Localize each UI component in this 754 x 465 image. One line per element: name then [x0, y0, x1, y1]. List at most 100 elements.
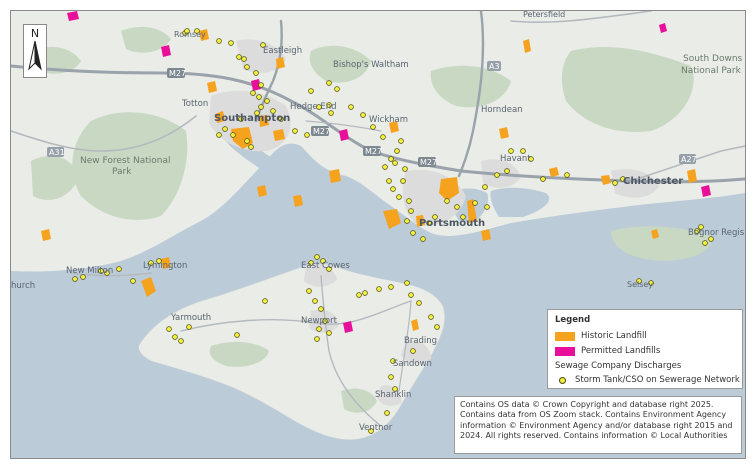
storm-tank-marker — [216, 38, 222, 44]
storm-tank-marker — [402, 166, 408, 172]
storm-tank-marker — [72, 276, 78, 282]
storm-tank-marker — [482, 184, 488, 190]
storm-tank-marker — [394, 148, 400, 154]
storm-tank-marker — [306, 288, 312, 294]
storm-tank-marker — [390, 186, 396, 192]
legend-label-storm: Storm Tank/CSO on Sewerage Network — [575, 375, 740, 385]
storm-tank-marker — [702, 240, 708, 246]
permitted-landfill-swatch — [555, 346, 575, 356]
north-arrow-icon — [28, 40, 42, 71]
storm-tank-marker — [472, 200, 478, 206]
storm-tank-marker — [376, 286, 382, 292]
place-label-shanklin: Shanklin — [375, 390, 411, 400]
storm-tank-marker — [326, 80, 332, 86]
storm-tank-marker — [398, 138, 404, 144]
legend-row-permitted: Permitted Landfills — [555, 345, 660, 357]
place-label-sandown: Sandown — [393, 359, 432, 369]
storm-tank-marker — [504, 168, 510, 174]
road-label-a3: A3 — [489, 62, 500, 71]
place-label-christchurch: hurch — [11, 281, 35, 291]
storm-tank-marker — [258, 82, 264, 88]
legend-title: Legend — [555, 315, 591, 325]
road-label-m27d: M27 — [420, 158, 437, 167]
place-label-south-downs-1: South Downs — [683, 54, 743, 64]
place-label-new-forest-2: Park — [112, 167, 132, 177]
storm-tank-marker — [400, 178, 406, 184]
storm-tank-marker — [380, 134, 386, 140]
storm-tank-marker — [420, 236, 426, 242]
storm-tank-marker — [253, 70, 259, 76]
storm-tank-marker — [434, 324, 440, 330]
place-label-havant: Havant — [500, 154, 531, 164]
credit-line: Contains data from OS Zoom stack. Contai… — [460, 410, 727, 420]
legend-label-historic: Historic Landfill — [581, 331, 647, 341]
credit-line: Contains OS data © Crown Copyright and d… — [460, 400, 714, 409]
storm-tank-marker — [326, 330, 332, 336]
place-label-new-milton: New Milton — [66, 266, 113, 276]
storm-tank-marker — [404, 280, 410, 286]
storm-tank-marker — [428, 314, 434, 320]
place-label-yarmouth: Yarmouth — [170, 313, 211, 323]
place-label-newport: Newport — [301, 316, 338, 326]
road-label-m27a: M27 — [169, 69, 186, 78]
place-label-bishops-waltham: Bishop's Waltham — [333, 60, 409, 70]
storm-tank-marker — [382, 164, 388, 170]
road-label-m27c: M27 — [365, 147, 382, 156]
road-label-m27b: M27 — [313, 127, 330, 136]
road-label-a27: A27 — [681, 155, 697, 164]
place-label-brading: Brading — [404, 336, 437, 346]
storm-tank-marker — [216, 132, 222, 138]
place-label-east-cowes: East Cowes — [301, 261, 350, 271]
place-label-chichester: Chichester — [623, 176, 683, 187]
storm-tank-marker — [244, 64, 250, 70]
storm-tank-marker — [564, 172, 570, 178]
place-label-southampton: Southampton — [214, 113, 290, 124]
storm-tank-marker — [130, 278, 136, 284]
legend-row-historic: Historic Landfill — [555, 330, 647, 342]
map-canvas[interactable]: M27 M27 M27 M27 A31 A27 A3 Petersfield R… — [10, 10, 746, 459]
place-label-portsmouth: Portsmouth — [419, 218, 485, 229]
historic-landfill-swatch — [555, 331, 575, 341]
storm-tank-marker — [408, 292, 414, 298]
storm-tank-marker — [388, 284, 394, 290]
storm-tank-marker — [230, 132, 236, 138]
storm-tank-marker — [264, 98, 270, 104]
storm-tank-marker — [241, 56, 247, 62]
place-label-bognor: Bognor Regis — [688, 228, 745, 238]
road-label-a31: A31 — [49, 148, 65, 157]
place-label-new-forest-1: New Forest National — [80, 156, 170, 166]
place-label-totton: Totton — [181, 99, 208, 109]
place-label-selsey: Selsey — [627, 280, 653, 289]
place-label-romsey: Romsey — [174, 30, 206, 39]
storm-tank-marker — [262, 298, 268, 304]
place-label-petersfield: Petersfield — [523, 11, 565, 19]
storm-tank-marker — [318, 306, 324, 312]
storm-tank-marker — [396, 194, 402, 200]
storm-tank-marker — [186, 324, 192, 330]
storm-tank-marker — [244, 138, 250, 144]
place-label-hedge-end: Hedge End — [290, 102, 337, 112]
credit-line: information © Environment Agency and/or … — [460, 420, 733, 430]
storm-tank-marker — [484, 204, 490, 210]
legend-row-storm: Storm Tank/CSO on Sewerage Network — [548, 374, 740, 386]
storm-tank-marker — [348, 104, 354, 110]
storm-tank-marker — [316, 326, 322, 332]
legend-section: Sewage Company Discharges — [555, 360, 681, 372]
storm-tank-marker — [308, 88, 314, 94]
storm-tank-marker — [314, 254, 320, 260]
storm-tank-marker — [494, 172, 500, 178]
storm-tank-marker — [362, 290, 368, 296]
place-label-south-downs-2: National Park — [681, 66, 742, 76]
place-label-wickham: Wickham — [369, 115, 408, 125]
storm-tank-marker — [228, 40, 234, 46]
storm-tank-marker — [406, 198, 412, 204]
storm-tank-marker — [404, 218, 410, 224]
storm-tank-marker — [236, 54, 242, 60]
storm-tank-marker — [178, 338, 184, 344]
storm-tank-marker — [334, 86, 340, 92]
storm-tank-marker — [304, 132, 310, 138]
storm-tank-marker — [392, 160, 398, 166]
storm-tank-marker — [388, 156, 394, 162]
storm-tank-marker — [370, 124, 376, 130]
storm-tank-marker — [384, 410, 390, 416]
